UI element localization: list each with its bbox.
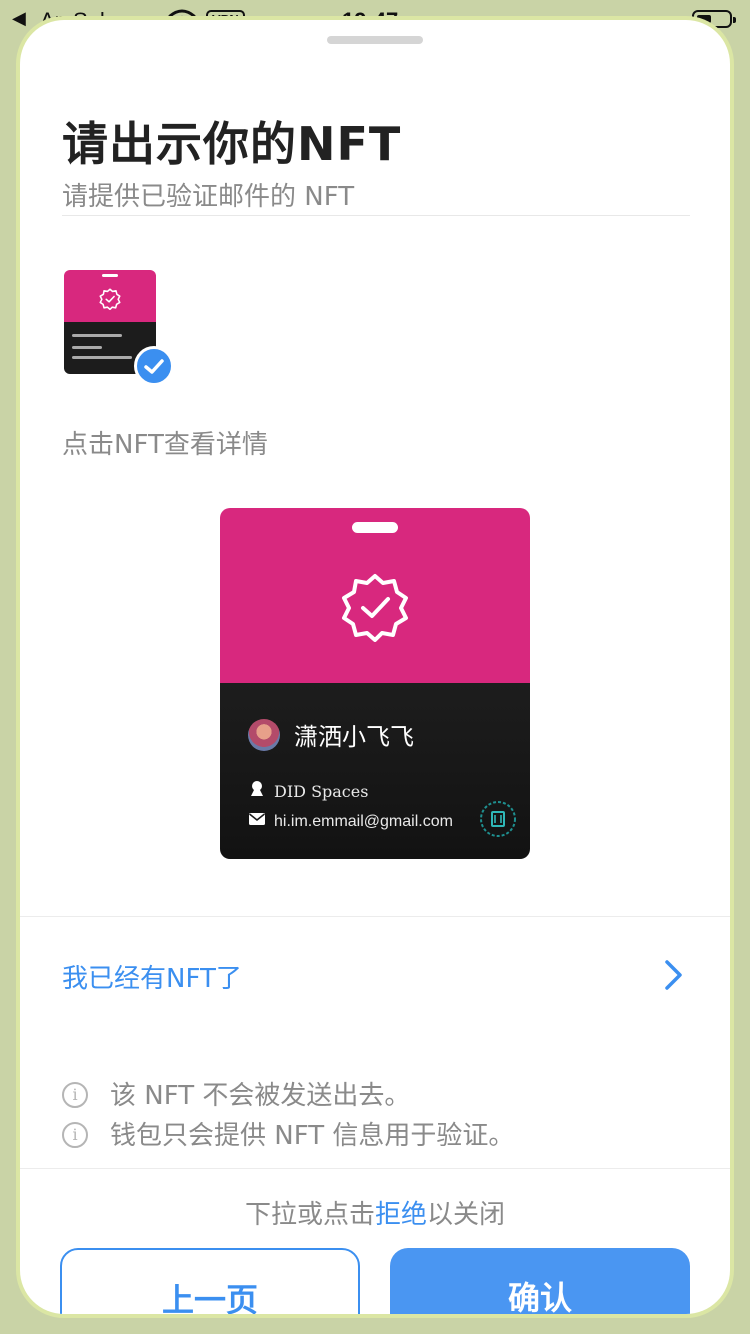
chevron-right-icon[interactable] <box>662 958 686 992</box>
divider <box>62 215 690 216</box>
divider <box>20 1168 730 1169</box>
have-nft-link[interactable]: 我已经有NFT了 <box>62 958 242 995</box>
note-text: 钱包只会提供 NFT 信息用于验证。 <box>110 1121 515 1151</box>
nft-request-sheet: 请出示你的NFT 请提供已验证邮件的 NFT 点击NFT查看详情 潇洒小飞飞 D… <box>20 20 730 1314</box>
issuer-name: DID Spaces <box>274 782 369 801</box>
card-header <box>220 508 530 683</box>
checkmark-icon <box>144 359 164 374</box>
page-subtitle: 请提供已验证邮件的 NFT <box>62 182 355 212</box>
thumbnail-line <box>72 334 122 337</box>
divider <box>20 916 730 917</box>
thumbnail-slot <box>102 274 118 277</box>
reject-link[interactable]: 拒绝 <box>375 1200 427 1230</box>
note-text: 该 NFT 不会被发送出去。 <box>110 1081 411 1111</box>
issuer-row: DID Spaces <box>248 779 368 801</box>
verified-badge-icon <box>99 288 121 310</box>
thumbnail-line <box>72 356 132 359</box>
verified-badge-icon <box>342 574 408 642</box>
info-icon: i <box>62 1082 88 1108</box>
back-to-app-icon[interactable]: ◀ <box>12 8 26 29</box>
close-hint-suffix: 以关闭 <box>427 1200 506 1230</box>
issuer-icon <box>251 781 263 796</box>
selected-check-icon <box>134 346 174 386</box>
thumbnail-line <box>72 346 102 349</box>
avatar <box>248 719 280 751</box>
nft-card-preview[interactable]: 潇洒小飞飞 DID Spaces hi.im.emmail@gmail.com <box>220 508 530 859</box>
card-body: 潇洒小飞飞 DID Spaces hi.im.emmail@gmail.com <box>220 683 530 859</box>
confirm-button[interactable]: 确认 <box>390 1248 690 1314</box>
close-hint-prefix: 下拉或点击 <box>244 1200 375 1230</box>
verifiable-credential-icon <box>480 801 516 837</box>
page-title: 请出示你的NFT <box>62 117 402 171</box>
mail-icon <box>249 813 265 825</box>
previous-page-button[interactable]: 上一页 <box>60 1248 360 1314</box>
info-icon: i <box>62 1122 88 1148</box>
notes-list: i 该 NFT 不会被发送出去。 i 钱包只会提供 NFT 信息用于验证。 <box>62 1076 514 1156</box>
card-lanyard-slot <box>352 522 398 533</box>
close-hint: 下拉或点击拒绝以关闭 <box>20 1194 730 1231</box>
thumbnail-header <box>64 270 156 322</box>
note-item: i 该 NFT 不会被发送出去。 <box>62 1076 514 1116</box>
view-details-hint: 点击NFT查看详情 <box>62 430 268 460</box>
sheet-grabber[interactable] <box>327 36 423 44</box>
note-item: i 钱包只会提供 NFT 信息用于验证。 <box>62 1116 514 1156</box>
holder-name: 潇洒小飞飞 <box>294 723 414 751</box>
email-address: hi.im.emmail@gmail.com <box>274 813 453 830</box>
email-row: hi.im.emmail@gmail.com <box>248 812 453 831</box>
